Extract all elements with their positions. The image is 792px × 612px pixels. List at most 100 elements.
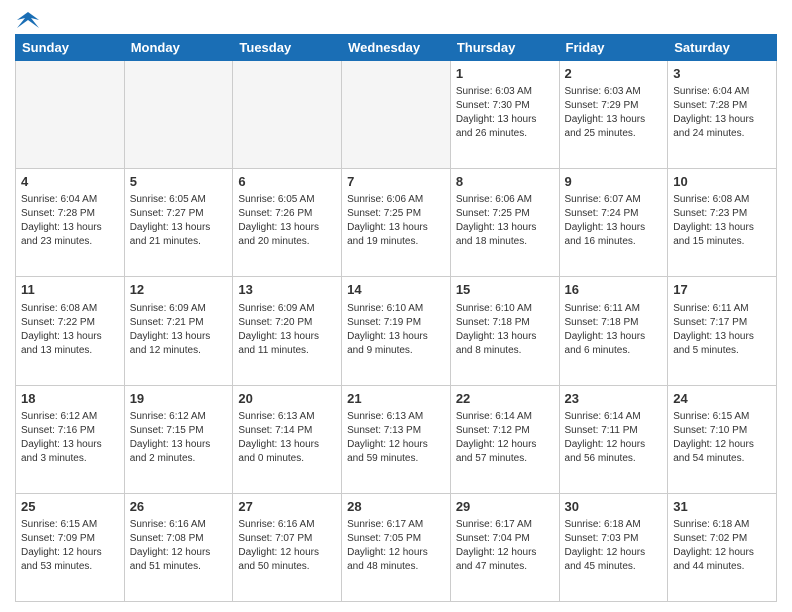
calendar-cell: 25 Sunrise: 6:15 AM Sunset: 7:09 PM Dayli… (16, 493, 125, 601)
day-number: 23 (565, 390, 663, 408)
calendar-cell (342, 61, 451, 169)
day-number: 4 (21, 173, 119, 191)
calendar-cell: 31 Sunrise: 6:18 AM Sunset: 7:02 PM Dayli… (668, 493, 777, 601)
calendar-table: SundayMondayTuesdayWednesdayThursdayFrid… (15, 34, 777, 602)
day-info: Sunrise: 6:06 AM Sunset: 7:25 PM Dayligh… (456, 193, 554, 249)
day-info: Sunrise: 6:17 AM Sunset: 7:04 PM Dayligh… (456, 518, 554, 574)
calendar-cell: 23 Sunrise: 6:14 AM Sunset: 7:11 PM Dayli… (559, 385, 668, 493)
day-info: Sunrise: 6:03 AM Sunset: 7:30 PM Dayligh… (456, 85, 554, 141)
calendar-cell: 1 Sunrise: 6:03 AM Sunset: 7:30 PM Daylig… (450, 61, 559, 169)
day-number: 9 (565, 173, 663, 191)
day-number: 29 (456, 498, 554, 516)
day-number: 18 (21, 390, 119, 408)
day-info: Sunrise: 6:13 AM Sunset: 7:13 PM Dayligh… (347, 410, 445, 466)
day-number: 12 (130, 281, 228, 299)
calendar-cell (16, 61, 125, 169)
calendar-cell: 16Sunrise: 6:11 AM Sunset: 7:18 PM Dayli… (559, 277, 668, 385)
header-sunday: Sunday (16, 35, 125, 61)
day-info: Sunrise: 6:14 AM Sunset: 7:12 PM Dayligh… (456, 410, 554, 466)
day-info: Sunrise: 6:18 AM Sunset: 7:03 PM Dayligh… (565, 518, 663, 574)
day-number: 31 (673, 498, 771, 516)
calendar-cell: 21 Sunrise: 6:13 AM Sunset: 7:13 PM Dayli… (342, 385, 451, 493)
day-number: 6 (238, 173, 336, 191)
calendar-cell: 2 Sunrise: 6:03 AM Sunset: 7:29 PM Daylig… (559, 61, 668, 169)
week-row-1: 4 Sunrise: 6:04 AM Sunset: 7:28 PM Daylig… (16, 169, 777, 277)
logo (15, 10, 39, 28)
calendar-cell: 8 Sunrise: 6:06 AM Sunset: 7:25 PM Daylig… (450, 169, 559, 277)
day-number: 2 (565, 65, 663, 83)
calendar-cell: 22 Sunrise: 6:14 AM Sunset: 7:12 PM Dayli… (450, 385, 559, 493)
calendar-cell: 9 Sunrise: 6:07 AM Sunset: 7:24 PM Daylig… (559, 169, 668, 277)
calendar-cell: 14 Sunrise: 6:10 AM Sunset: 7:19 PM Dayli… (342, 277, 451, 385)
day-info: Sunrise: 6:12 AM Sunset: 7:16 PM Dayligh… (21, 410, 119, 466)
calendar-cell: 11 Sunrise: 6:08 AM Sunset: 7:22 PM Dayli… (16, 277, 125, 385)
day-info: Sunrise: 6:14 AM Sunset: 7:11 PM Dayligh… (565, 410, 663, 466)
day-number: 3 (673, 65, 771, 83)
logo-general-text (15, 10, 39, 28)
calendar-cell: 26Sunrise: 6:16 AM Sunset: 7:08 PM Dayli… (124, 493, 233, 601)
day-info: Sunrise: 6:03 AM Sunset: 7:29 PM Dayligh… (565, 85, 663, 141)
header-saturday: Saturday (668, 35, 777, 61)
calendar-cell (124, 61, 233, 169)
day-number: 13 (238, 281, 336, 299)
week-row-4: 25 Sunrise: 6:15 AM Sunset: 7:09 PM Dayli… (16, 493, 777, 601)
calendar-cell (233, 61, 342, 169)
calendar-cell: 28 Sunrise: 6:17 AM Sunset: 7:05 PM Dayli… (342, 493, 451, 601)
day-info: Sunrise: 6:05 AM Sunset: 7:26 PM Dayligh… (238, 193, 336, 249)
day-number: 19 (130, 390, 228, 408)
day-info: Sunrise: 6:10 AM Sunset: 7:18 PM Dayligh… (456, 302, 554, 358)
day-number: 15 (456, 281, 554, 299)
day-info: Sunrise: 6:04 AM Sunset: 7:28 PM Dayligh… (21, 193, 119, 249)
day-number: 21 (347, 390, 445, 408)
day-number: 11 (21, 281, 119, 299)
day-number: 7 (347, 173, 445, 191)
calendar-cell: 19 Sunrise: 6:12 AM Sunset: 7:15 PM Dayli… (124, 385, 233, 493)
day-number: 1 (456, 65, 554, 83)
day-info: Sunrise: 6:10 AM Sunset: 7:19 PM Dayligh… (347, 302, 445, 358)
calendar-cell: 7 Sunrise: 6:06 AM Sunset: 7:25 PM Daylig… (342, 169, 451, 277)
header (15, 10, 777, 28)
day-number: 8 (456, 173, 554, 191)
day-info: Sunrise: 6:15 AM Sunset: 7:10 PM Dayligh… (673, 410, 771, 466)
day-info: Sunrise: 6:09 AM Sunset: 7:21 PM Dayligh… (130, 302, 228, 358)
day-number: 24 (673, 390, 771, 408)
calendar-cell: 17Sunrise: 6:11 AM Sunset: 7:17 PM Dayli… (668, 277, 777, 385)
day-number: 27 (238, 498, 336, 516)
day-number: 20 (238, 390, 336, 408)
calendar-cell: 5Sunrise: 6:05 AM Sunset: 7:27 PM Daylig… (124, 169, 233, 277)
calendar-cell: 6 Sunrise: 6:05 AM Sunset: 7:26 PM Daylig… (233, 169, 342, 277)
day-info: Sunrise: 6:12 AM Sunset: 7:15 PM Dayligh… (130, 410, 228, 466)
calendar-cell: 20 Sunrise: 6:13 AM Sunset: 7:14 PM Dayli… (233, 385, 342, 493)
calendar-cell: 12 Sunrise: 6:09 AM Sunset: 7:21 PM Dayli… (124, 277, 233, 385)
day-info: Sunrise: 6:16 AM Sunset: 7:07 PM Dayligh… (238, 518, 336, 574)
day-info: Sunrise: 6:08 AM Sunset: 7:22 PM Dayligh… (21, 302, 119, 358)
day-info: Sunrise: 6:15 AM Sunset: 7:09 PM Dayligh… (21, 518, 119, 574)
day-info: Sunrise: 6:13 AM Sunset: 7:14 PM Dayligh… (238, 410, 336, 466)
calendar-cell: 3 Sunrise: 6:04 AM Sunset: 7:28 PM Daylig… (668, 61, 777, 169)
day-number: 17 (673, 281, 771, 299)
header-thursday: Thursday (450, 35, 559, 61)
calendar-cell: 29 Sunrise: 6:17 AM Sunset: 7:04 PM Dayli… (450, 493, 559, 601)
header-tuesday: Tuesday (233, 35, 342, 61)
page: SundayMondayTuesdayWednesdayThursdayFrid… (0, 0, 792, 612)
day-info: Sunrise: 6:06 AM Sunset: 7:25 PM Dayligh… (347, 193, 445, 249)
day-number: 14 (347, 281, 445, 299)
week-row-0: 1 Sunrise: 6:03 AM Sunset: 7:30 PM Daylig… (16, 61, 777, 169)
day-number: 10 (673, 173, 771, 191)
calendar-cell: 24 Sunrise: 6:15 AM Sunset: 7:10 PM Dayli… (668, 385, 777, 493)
day-info: Sunrise: 6:17 AM Sunset: 7:05 PM Dayligh… (347, 518, 445, 574)
calendar-cell: 13Sunrise: 6:09 AM Sunset: 7:20 PM Dayli… (233, 277, 342, 385)
header-monday: Monday (124, 35, 233, 61)
logo-bird-icon (17, 10, 39, 28)
day-info: Sunrise: 6:18 AM Sunset: 7:02 PM Dayligh… (673, 518, 771, 574)
header-wednesday: Wednesday (342, 35, 451, 61)
day-info: Sunrise: 6:04 AM Sunset: 7:28 PM Dayligh… (673, 85, 771, 141)
day-number: 5 (130, 173, 228, 191)
day-number: 25 (21, 498, 119, 516)
week-row-3: 18 Sunrise: 6:12 AM Sunset: 7:16 PM Dayli… (16, 385, 777, 493)
day-info: Sunrise: 6:07 AM Sunset: 7:24 PM Dayligh… (565, 193, 663, 249)
day-number: 22 (456, 390, 554, 408)
day-number: 28 (347, 498, 445, 516)
day-number: 16 (565, 281, 663, 299)
header-friday: Friday (559, 35, 668, 61)
